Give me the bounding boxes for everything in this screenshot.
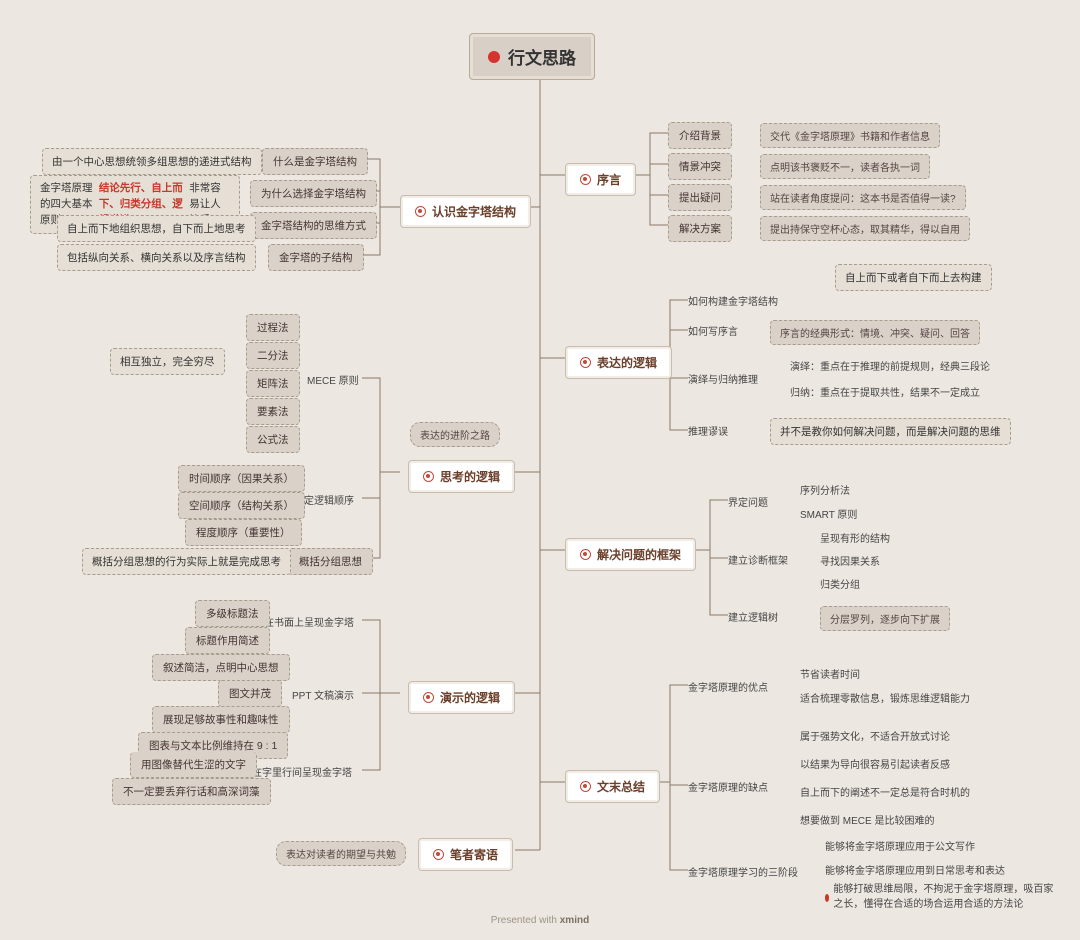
s6d-l: 推理谬误 (688, 423, 728, 438)
root-dot-icon (488, 51, 500, 63)
mece-item-4: 公式法 (246, 426, 300, 453)
s7a-r2: SMART 原则 (800, 506, 857, 521)
s7b-r1: 呈现有形的结构 (820, 530, 890, 545)
mece-item-0: 过程法 (246, 314, 300, 341)
s5d-l[interactable]: 解决方案 (668, 215, 732, 242)
s6c-r2: 归纳：重点在于提取共性，结果不一定成立 (790, 384, 980, 399)
user-icon (580, 174, 591, 185)
s5b-l[interactable]: 情景冲突 (668, 153, 732, 180)
mece-item-1: 二分法 (246, 342, 300, 369)
s6b-l: 如何写序言 (688, 323, 738, 338)
s2-group[interactable]: 概括分组思想 (288, 548, 373, 575)
user-icon (423, 471, 434, 482)
s4-note: 表达对读者的期望与共勉 (276, 841, 406, 866)
s8c-r1: 能够将金字塔原理应用于公文写作 (825, 838, 975, 853)
s5c-l[interactable]: 提出疑问 (668, 184, 732, 211)
user-icon (580, 357, 591, 368)
s8b-r1: 属于强势文化，不适合开放式讨论 (800, 728, 950, 743)
s8a-l: 金字塔原理的优点 (688, 679, 768, 694)
user-icon (580, 781, 591, 792)
section-present[interactable]: 演示的逻辑 (408, 681, 515, 714)
s3b-item-0: 叙述简洁，点明中心思想 (152, 654, 290, 681)
s6b-r: 序言的经典形式：情境、冲突、疑问、回答 (770, 320, 980, 345)
bullet-icon (825, 894, 829, 902)
s3a-item-0: 多级标题法 (195, 600, 270, 627)
s7a-r1: 序列分析法 (800, 482, 850, 497)
s6c-l: 演绎与归纳推理 (688, 371, 758, 386)
root-node[interactable]: 行文思路 (469, 33, 595, 80)
s8b-l: 金字塔原理的缺点 (688, 779, 768, 794)
user-icon (415, 206, 426, 217)
s2-mece-title: MECE 原则 (307, 372, 359, 387)
s5d-r: 提出持保守空杯心态，取其精华，得以自用 (760, 216, 970, 241)
s1-leaf-d[interactable]: 金字塔的子结构 (268, 244, 364, 271)
section-solve[interactable]: 解决问题的框架 (565, 538, 696, 571)
section-express[interactable]: 表达的逻辑 (565, 346, 672, 379)
s5b-r: 点明该书褒贬不一，读者各执一词 (760, 154, 930, 179)
root-label: 行文思路 (508, 44, 576, 69)
s8b-r2: 以结果为导向很容易引起读者反感 (800, 756, 950, 771)
s1-note-a: 由一个中心思想统领多组思想的递进式结构 (42, 148, 262, 175)
order-item-1: 空间顺序（结构关系） (178, 492, 305, 519)
s5c-r: 站在读者角度提问：这本书是否值得一读? (760, 185, 966, 210)
s1-note-d: 包括纵向关系、横向关系以及序言结构 (57, 244, 256, 271)
user-icon (433, 849, 444, 860)
s1-leaf-b[interactable]: 为什么选择金字塔结构 (250, 180, 377, 207)
s3a-item-1: 标题作用简述 (185, 627, 270, 654)
s3c-item-1: 不一定要丢弃行话和高深词藻 (112, 778, 271, 805)
s7b-l: 建立诊断框架 (728, 552, 788, 567)
s7b-r3: 归类分组 (820, 576, 860, 591)
s7c-r: 分层罗列，逐步向下扩展 (820, 606, 950, 631)
s8c-r2: 能够将金字塔原理应用到日常思考和表达 (825, 862, 1005, 877)
s7b-r2: 寻找因果关系 (820, 553, 880, 568)
section-recognize[interactable]: 认识金字塔结构 (400, 195, 531, 228)
mece-item-2: 矩阵法 (246, 370, 300, 397)
s2-group-note: 概括分组思想的行为实际上就是完成思考 (82, 548, 291, 575)
s8c-r3: 能够打破思维局限，不拘泥于金字塔原理，吸百家之长，懂得在合适的场合运用合适的方法… (825, 882, 1055, 912)
footer: Presented with xmind (0, 915, 1080, 926)
s7a-l: 界定问题 (728, 494, 768, 509)
s5a-l[interactable]: 介绍背景 (668, 122, 732, 149)
order-item-0: 时间顺序（因果关系） (178, 465, 305, 492)
s5a-r: 交代《金字塔原理》书籍和作者信息 (760, 123, 940, 148)
s3c-item-0: 用图像替代生涩的文字 (130, 752, 257, 778)
s8c-l: 金字塔原理学习的三阶段 (688, 864, 798, 879)
s6a-note: 自上而下或者自下而上去构建 (835, 264, 992, 291)
s6d-note: 并不是教你如何解决问题，而是解决问题的思维 (770, 418, 1011, 445)
user-icon (580, 549, 591, 560)
s1-leaf-a[interactable]: 什么是金字塔结构 (262, 148, 368, 175)
section-summary[interactable]: 文末总结 (565, 770, 660, 803)
mece-item-3: 要素法 (246, 398, 300, 425)
s3b-item-2: 展现足够故事性和趣味性 (152, 706, 290, 733)
s8b-r4: 想要做到 MECE 是比较困难的 (800, 812, 934, 827)
section-author[interactable]: 笔者寄语 (418, 838, 513, 871)
user-icon (423, 692, 434, 703)
s1-note-c: 自上而下地组织思想，自下而上地思考 (57, 215, 256, 242)
brand: xmind (560, 915, 589, 926)
s8b-r3: 自上而下的阐述不一定总是符合时机的 (800, 784, 970, 799)
section-preface[interactable]: 序言 (565, 163, 636, 196)
s3c-title: 在字里行间呈现金字塔 (252, 764, 352, 779)
section-think[interactable]: 思考的逻辑 (408, 460, 515, 493)
s1-leaf-c[interactable]: 金字塔结构的思维方式 (250, 212, 377, 239)
s3a-title: 在书面上呈现金字塔 (264, 614, 354, 629)
s7c-l: 建立逻辑树 (728, 609, 778, 624)
s8a-r2: 适合梳理零散信息，锻炼思维逻辑能力 (800, 690, 970, 705)
s3b-item-1: 图文并茂 (218, 680, 282, 707)
s6a-l: 如何构建金字塔结构 (688, 293, 778, 308)
s8a-r1: 节省读者时间 (800, 666, 860, 681)
order-item-2: 程度顺序（重要性） (185, 519, 302, 546)
s2-path-label: 表达的进阶之路 (410, 422, 500, 447)
s2-mece-anno: 相互独立，完全穷尽 (110, 348, 225, 375)
s3b-title: PPT 文稿演示 (292, 687, 354, 702)
s6c-r1: 演绎：重点在于推理的前提规则，经典三段论 (790, 358, 990, 373)
